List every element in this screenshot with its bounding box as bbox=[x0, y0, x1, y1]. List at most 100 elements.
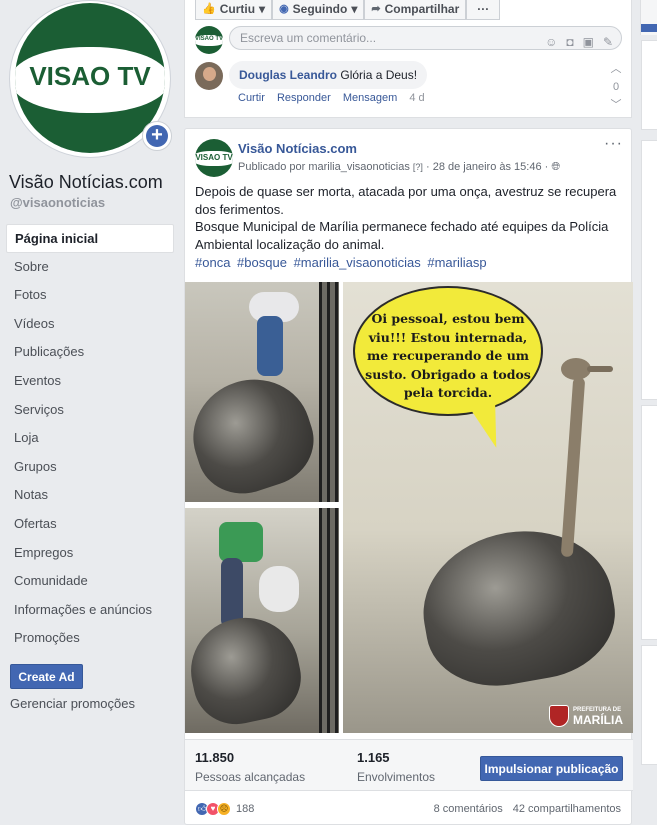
post-date[interactable]: 28 de janeiro às 15:46 bbox=[433, 161, 542, 173]
reach-value: 11.850 bbox=[195, 750, 235, 765]
comment-text: Glória a Deus! bbox=[340, 68, 418, 82]
vote-count: 0 bbox=[612, 81, 620, 93]
nav-item-pagina-inicial[interactable]: Página inicial bbox=[6, 224, 174, 253]
nav-item-notas[interactable]: Notas bbox=[6, 481, 174, 510]
watermark-small-text: PREFEITURA DE bbox=[573, 706, 622, 713]
post-hashtags: #onca #bosque #marilia_visaonoticias #ma… bbox=[195, 255, 490, 270]
reach-label: Pessoas alcançadas bbox=[195, 770, 306, 784]
post-meta: Publicado por marilia_visaonoticias [?] … bbox=[238, 161, 561, 173]
right-column-card bbox=[641, 645, 657, 765]
nav-item-empregos[interactable]: Empregos bbox=[6, 539, 174, 568]
liked-label: Curtiu bbox=[219, 2, 256, 16]
camera-icon[interactable]: ◘ bbox=[566, 31, 573, 49]
sad-reaction-icon: ☹ bbox=[217, 802, 231, 816]
published-by-prefix: Publicado por bbox=[238, 161, 306, 173]
post-logo-text: VISAO TV bbox=[195, 153, 233, 162]
post-insights: 11.850 Pessoas alcançadas 1.165 Envolvim… bbox=[185, 739, 633, 791]
comment-reply-link[interactable]: Responder bbox=[277, 92, 331, 104]
chevron-down-icon: ▾ bbox=[259, 2, 266, 16]
comment-composer: VISAO TV Escreva um comentário... ☺ ◘ ▣ … bbox=[195, 26, 625, 54]
hashtag-link[interactable]: #bosque bbox=[237, 255, 287, 270]
right-column-card bbox=[641, 405, 657, 640]
logo-text: VISAO TV bbox=[29, 61, 151, 91]
hashtag-link[interactable]: #mariliasp bbox=[427, 255, 486, 270]
watermark-big-text: MARÍLIA bbox=[573, 712, 623, 727]
engagement-stat[interactable]: 1.165 Envolvimentos bbox=[357, 750, 435, 784]
publisher-link[interactable]: marilia_visaonoticias bbox=[308, 161, 410, 173]
right-column-header bbox=[640, 0, 657, 35]
post-options-button[interactable]: ··· bbox=[604, 135, 623, 153]
sticker-icon[interactable]: ✎ bbox=[603, 31, 613, 49]
comment-author[interactable]: Douglas Leandro bbox=[239, 68, 337, 82]
hashtag-link[interactable]: #marilia_visaonoticias bbox=[294, 255, 421, 270]
reaction-count: 188 bbox=[236, 803, 255, 815]
nav-item-servicos[interactable]: Serviços bbox=[6, 396, 174, 425]
post-author-avatar[interactable]: VISAO TV bbox=[195, 139, 233, 177]
nav-item-publicacoes[interactable]: Publicações bbox=[6, 338, 174, 367]
globe-icon[interactable]: 🌐︎ bbox=[551, 161, 560, 173]
nav-item-fotos[interactable]: Fotos bbox=[6, 281, 174, 310]
coat-of-arms-icon bbox=[549, 705, 569, 727]
page-profile-picture[interactable]: VISAO TV + bbox=[9, 0, 172, 158]
emoji-icon[interactable]: ☺ bbox=[545, 31, 557, 49]
liked-button[interactable]: 👍 Curtiu ▾ bbox=[195, 0, 273, 20]
page-sidebar: VISAO TV + Visão Notícias.com @visaonoti… bbox=[0, 0, 180, 825]
create-ad-button[interactable]: Create Ad bbox=[10, 664, 83, 689]
post-photo[interactable] bbox=[185, 282, 339, 502]
post-action-bar: 👍 Curtiu ▾ ◉ Seguindo ▾ ➦ Compartilhar ·… bbox=[195, 0, 501, 20]
nav-item-sobre[interactable]: Sobre bbox=[6, 253, 174, 282]
page-handle[interactable]: @visaonoticias bbox=[10, 195, 105, 210]
post-photo-grid: Oi pessoal, estou bem viu!!! Estou inter… bbox=[185, 282, 633, 733]
comment-like-link[interactable]: Curtir bbox=[238, 92, 265, 104]
nav-item-ofertas[interactable]: Ofertas bbox=[6, 510, 174, 539]
post-author[interactable]: Visão Notícias.com bbox=[238, 141, 357, 156]
nav-item-informacoes-e-anuncios[interactable]: Informações e anúncios bbox=[6, 596, 174, 625]
avatar[interactable] bbox=[195, 62, 223, 90]
plus-icon: + bbox=[146, 125, 168, 147]
nav-item-loja[interactable]: Loja bbox=[6, 424, 174, 453]
comment-actions: Curtir Responder Mensagem 4 d bbox=[238, 92, 434, 104]
engagement-value: 1.165 bbox=[357, 750, 390, 765]
nav-item-videos[interactable]: Vídeos bbox=[6, 310, 174, 339]
comments-count-link[interactable]: 8 comentários bbox=[434, 803, 503, 815]
more-options-button[interactable]: ··· bbox=[466, 0, 501, 20]
publisher-info-marker[interactable]: [?] bbox=[413, 162, 423, 172]
manage-promotions-link[interactable]: Gerenciar promoções bbox=[10, 696, 135, 711]
right-column-card bbox=[641, 40, 657, 130]
commenter-avatar: VISAO TV bbox=[195, 26, 223, 54]
share-button[interactable]: ➦ Compartilhar bbox=[364, 0, 467, 20]
following-label: Seguindo bbox=[292, 2, 348, 16]
hashtag-link[interactable]: #onca bbox=[195, 255, 230, 270]
chevron-up-icon[interactable]: ︿ bbox=[609, 62, 623, 76]
add-photo-button[interactable]: + bbox=[142, 121, 172, 151]
post-text-line: Bosque Municipal de Marília permanece fe… bbox=[195, 219, 609, 252]
chevron-down-icon[interactable]: ﹀ bbox=[609, 98, 623, 112]
post-text: Depois de quase ser morta, atacada por u… bbox=[195, 183, 625, 253]
comment-timestamp[interactable]: 4 d bbox=[409, 92, 424, 104]
post-photo[interactable] bbox=[185, 508, 339, 733]
following-button[interactable]: ◉ Seguindo ▾ bbox=[272, 0, 365, 20]
post-photo[interactable]: Oi pessoal, estou bem viu!!! Estou inter… bbox=[343, 282, 633, 733]
mini-logo-text: VISAO TV bbox=[195, 36, 223, 42]
engagement-counts: 8 comentários 42 compartilhamentos bbox=[427, 803, 621, 815]
reactions-summary[interactable]: 👍︎ ♥ ☹ 188 bbox=[195, 802, 254, 816]
reach-stat[interactable]: 11.850 Pessoas alcançadas bbox=[195, 750, 305, 784]
post-text-line: Depois de quase ser morta, atacada por u… bbox=[195, 184, 617, 217]
nav-item-promocoes[interactable]: Promoções bbox=[6, 624, 174, 653]
comment-input[interactable]: Escreva um comentário... ☺ ◘ ▣ ✎ bbox=[229, 26, 622, 50]
more-icon: ··· bbox=[477, 2, 490, 16]
nav-item-grupos[interactable]: Grupos bbox=[6, 453, 174, 482]
gif-icon[interactable]: ▣ bbox=[583, 31, 594, 49]
nav-item-eventos[interactable]: Eventos bbox=[6, 367, 174, 396]
thumbs-up-icon: 👍 bbox=[202, 3, 216, 15]
page-nav: Página inicial Sobre Fotos Vídeos Public… bbox=[6, 224, 174, 653]
shares-count-link[interactable]: 42 compartilhamentos bbox=[513, 803, 621, 815]
boost-post-button[interactable]: Impulsionar publicação bbox=[480, 756, 623, 781]
rss-icon: ◉ bbox=[279, 3, 289, 15]
share-label: Compartilhar bbox=[384, 2, 460, 16]
comment-message-link[interactable]: Mensagem bbox=[343, 92, 397, 104]
nav-item-comunidade[interactable]: Comunidade bbox=[6, 567, 174, 596]
page-title[interactable]: Visão Notícias.com bbox=[9, 172, 163, 193]
post-card: VISAO TV Visão Notícias.com Publicado po… bbox=[184, 128, 633, 825]
engagement-label: Envolvimentos bbox=[357, 770, 436, 784]
